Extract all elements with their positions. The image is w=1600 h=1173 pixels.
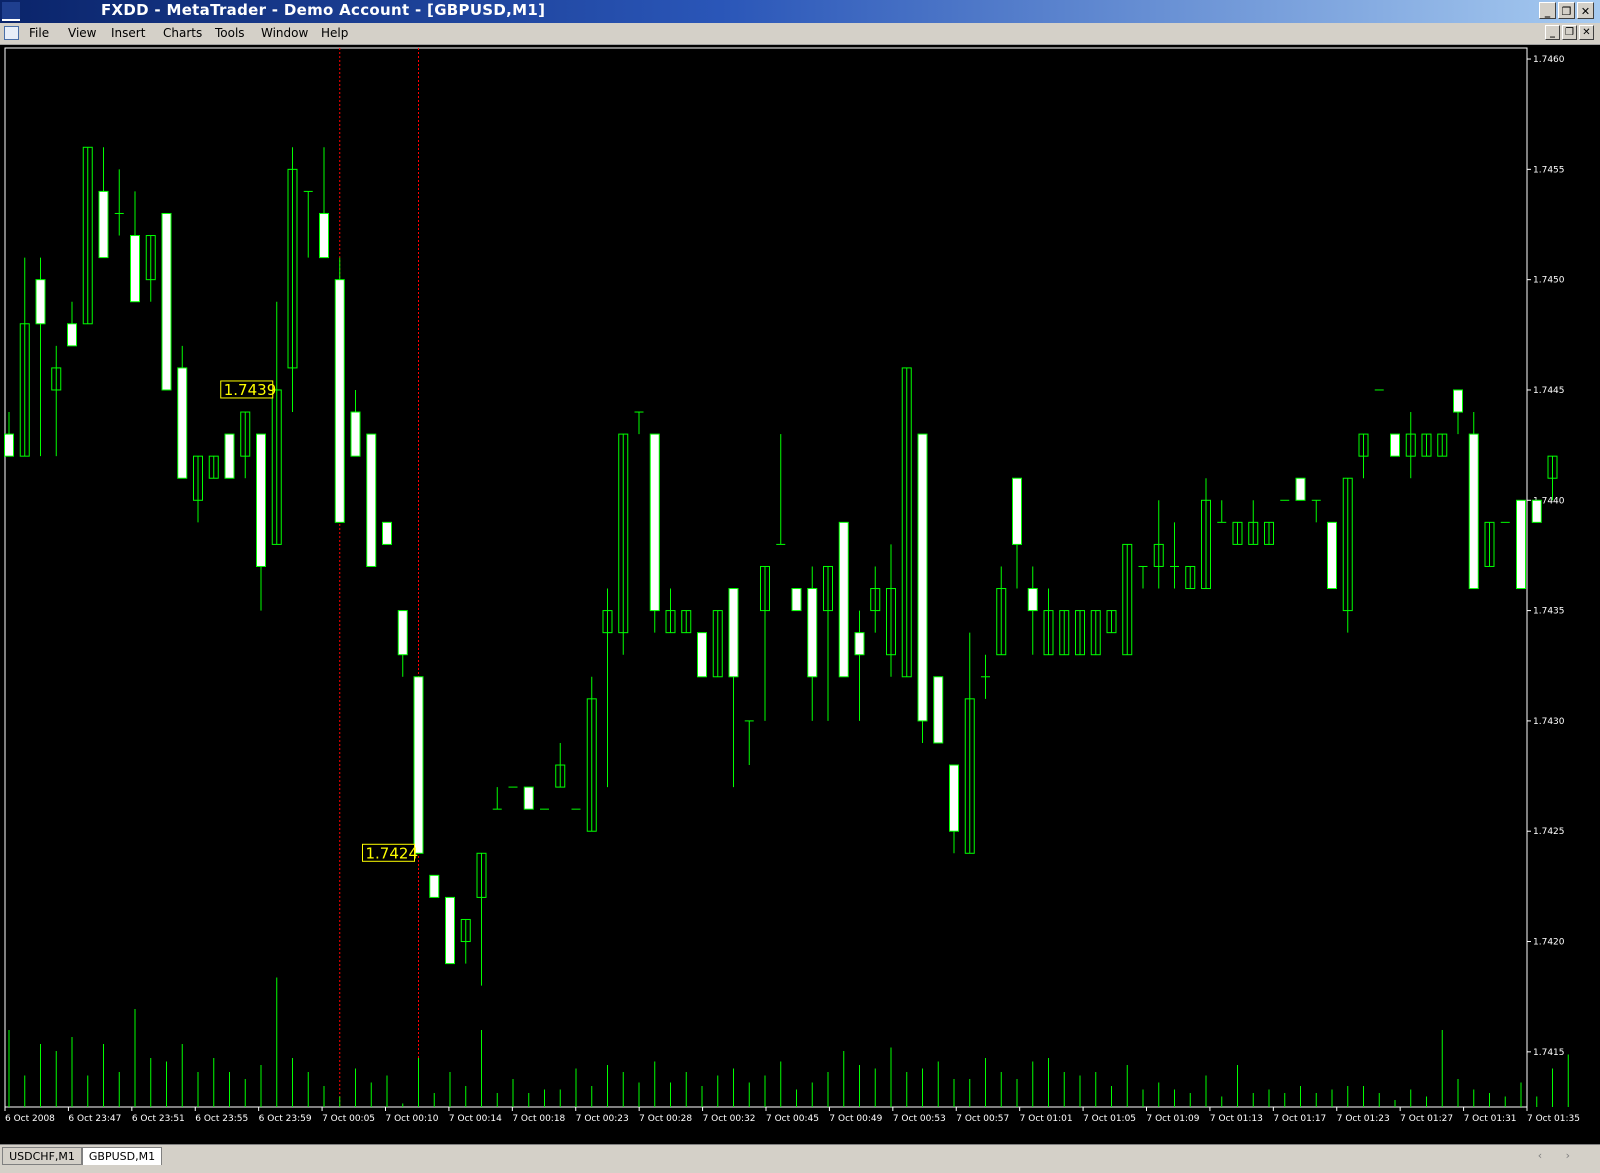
candle-body-bearish: [1531, 499, 1542, 523]
time-tick-label: 7 Oct 00:53: [893, 1114, 946, 1124]
price-tick-label: 1.7420: [1533, 938, 1565, 948]
price-marker-label: 1.7424: [366, 844, 419, 862]
time-tick-label: 7 Oct 01:05: [1083, 1114, 1136, 1124]
candle-body-bearish: [350, 411, 361, 457]
candle-body-bearish: [697, 632, 707, 678]
time-tick-label: 6 Oct 23:47: [68, 1114, 121, 1124]
tab-gbpusd-m1[interactable]: GBPUSD,M1: [82, 1147, 162, 1165]
time-tick-label: 7 Oct 01:17: [1273, 1114, 1326, 1124]
price-marker-label: 1.7439: [224, 381, 277, 399]
chart-canvas[interactable]: 1.74601.74551.74501.74451.74401.74351.74…: [0, 45, 1600, 1144]
candle-body-bearish: [177, 367, 188, 479]
price-tick-label: 1.7450: [1533, 276, 1565, 286]
time-tick-label: 6 Oct 23:51: [132, 1114, 185, 1124]
price-tick-label: 1.7455: [1533, 165, 1565, 175]
minimize-button[interactable]: _: [1539, 2, 1556, 19]
candle-body-bearish: [949, 764, 959, 832]
candle-body-bearish: [649, 433, 660, 612]
candle-body-bearish: [334, 279, 345, 523]
candle-body-bearish: [854, 632, 865, 656]
time-tick-label: 7 Oct 01:35: [1527, 1114, 1580, 1124]
candle-body-bearish: [1390, 433, 1400, 457]
price-tick-label: 1.7430: [1533, 717, 1565, 727]
candle-body-bearish: [256, 433, 266, 567]
time-tick-label: 6 Oct 23:59: [259, 1114, 312, 1124]
price-tick-label: 1.7445: [1533, 386, 1565, 396]
candle-body-bearish: [1027, 588, 1038, 612]
candle-body-bearish: [933, 676, 944, 744]
time-tick-label: 7 Oct 01:13: [1210, 1114, 1263, 1124]
title-bar[interactable]: FXDD - MetaTrader - Demo Account - [GBPU…: [0, 0, 1600, 23]
candle-body-bearish: [224, 433, 235, 479]
candle-body-bearish: [4, 433, 14, 457]
menu-window[interactable]: Window: [261, 26, 308, 40]
time-tick-label: 7 Oct 00:10: [386, 1114, 439, 1124]
candle-body-bearish: [807, 588, 818, 678]
restore-button[interactable]: ❐: [1558, 2, 1575, 19]
candle-body-bearish: [1295, 477, 1306, 501]
candle-body-bearish: [728, 588, 739, 678]
candle-body-bearish: [366, 433, 377, 567]
menu-charts[interactable]: Charts: [163, 26, 202, 40]
candle-body-bearish: [791, 588, 802, 612]
menu-bar: File View Insert Charts Tools Window Hel…: [0, 23, 1600, 45]
candle-body-bearish: [917, 433, 928, 722]
chart-close-button[interactable]: ✕: [1579, 25, 1594, 40]
price-tick-label: 1.7425: [1533, 827, 1565, 837]
time-tick-label: 7 Oct 00:18: [512, 1114, 565, 1124]
candle-body-bearish: [429, 874, 440, 898]
time-tick-label: 6 Oct 2008: [5, 1114, 55, 1124]
chart-window-icon[interactable]: [4, 26, 19, 40]
menu-tools[interactable]: Tools: [215, 26, 245, 40]
time-tick-label: 7 Oct 00:45: [766, 1114, 819, 1124]
price-tick-label: 1.7415: [1533, 1048, 1565, 1058]
time-tick-label: 7 Oct 01:23: [1337, 1114, 1390, 1124]
candle-body-bearish: [838, 521, 849, 678]
time-tick-label: 7 Oct 00:14: [449, 1114, 502, 1124]
candle-body-bearish: [445, 896, 455, 965]
tab-usdchf-m1[interactable]: USDCHF,M1: [2, 1147, 82, 1165]
candle-body-bearish: [67, 323, 77, 347]
menu-help[interactable]: Help: [321, 26, 348, 40]
menu-file[interactable]: File: [29, 26, 49, 40]
price-tick-label: 1.7435: [1533, 607, 1565, 617]
candle-body-bearish: [413, 676, 424, 854]
candle-body-bearish: [1012, 477, 1022, 545]
time-tick-label: 7 Oct 00:28: [639, 1114, 692, 1124]
time-tick-label: 7 Oct 01:09: [1147, 1114, 1200, 1124]
tab-scroll-arrows[interactable]: ‹ ›: [1538, 1149, 1580, 1162]
close-button[interactable]: ✕: [1577, 2, 1594, 19]
time-tick-label: 6 Oct 23:55: [195, 1114, 248, 1124]
menu-insert[interactable]: Insert: [111, 26, 145, 40]
time-tick-label: 7 Oct 00:05: [322, 1114, 375, 1124]
candle-body-bearish: [35, 279, 46, 325]
candle-body-bearish: [130, 235, 140, 303]
time-tick-label: 7 Oct 00:23: [576, 1114, 629, 1124]
time-tick-label: 7 Oct 00:32: [703, 1114, 756, 1124]
chart-tab-bar: USDCHF,M1 GBPUSD,M1 ‹ ›: [0, 1144, 1600, 1173]
candle-body-bearish: [1327, 521, 1337, 590]
time-tick-label: 7 Oct 00:49: [829, 1114, 882, 1124]
candle-body-bearish: [382, 521, 392, 545]
menu-view[interactable]: View: [68, 26, 96, 40]
candle-body-bearish: [1453, 389, 1463, 413]
candle-body-bearish: [319, 212, 329, 259]
candle-body-bearish: [161, 212, 172, 391]
price-chart[interactable]: 1.7460 1.7455 1.7450 1.7445 1.7440 1.7435 1.74…: [0, 45, 1600, 1144]
time-tick-label: 7 Oct 01:31: [1464, 1114, 1517, 1124]
time-tick-label: 7 Oct 01:01: [1020, 1114, 1073, 1124]
time-tick-label: 7 Oct 01:27: [1400, 1114, 1453, 1124]
candle-body-bearish: [397, 610, 408, 656]
window-title: FXDD - MetaTrader - Demo Account - [GBPU…: [101, 1, 546, 19]
metatrader-app-icon: [2, 2, 20, 21]
chart-minimize-button[interactable]: _: [1545, 25, 1560, 40]
candle-body-bearish: [523, 786, 534, 810]
price-tick-label: 1.7460: [1533, 55, 1565, 65]
candle-body-bearish: [1516, 499, 1526, 590]
plot-frame: [4, 47, 1528, 1108]
chart-restore-button[interactable]: ❐: [1562, 25, 1577, 40]
candle-body-bearish: [98, 190, 109, 259]
candle-body-bearish: [1468, 433, 1479, 590]
time-tick-label: 7 Oct 00:57: [956, 1114, 1009, 1124]
